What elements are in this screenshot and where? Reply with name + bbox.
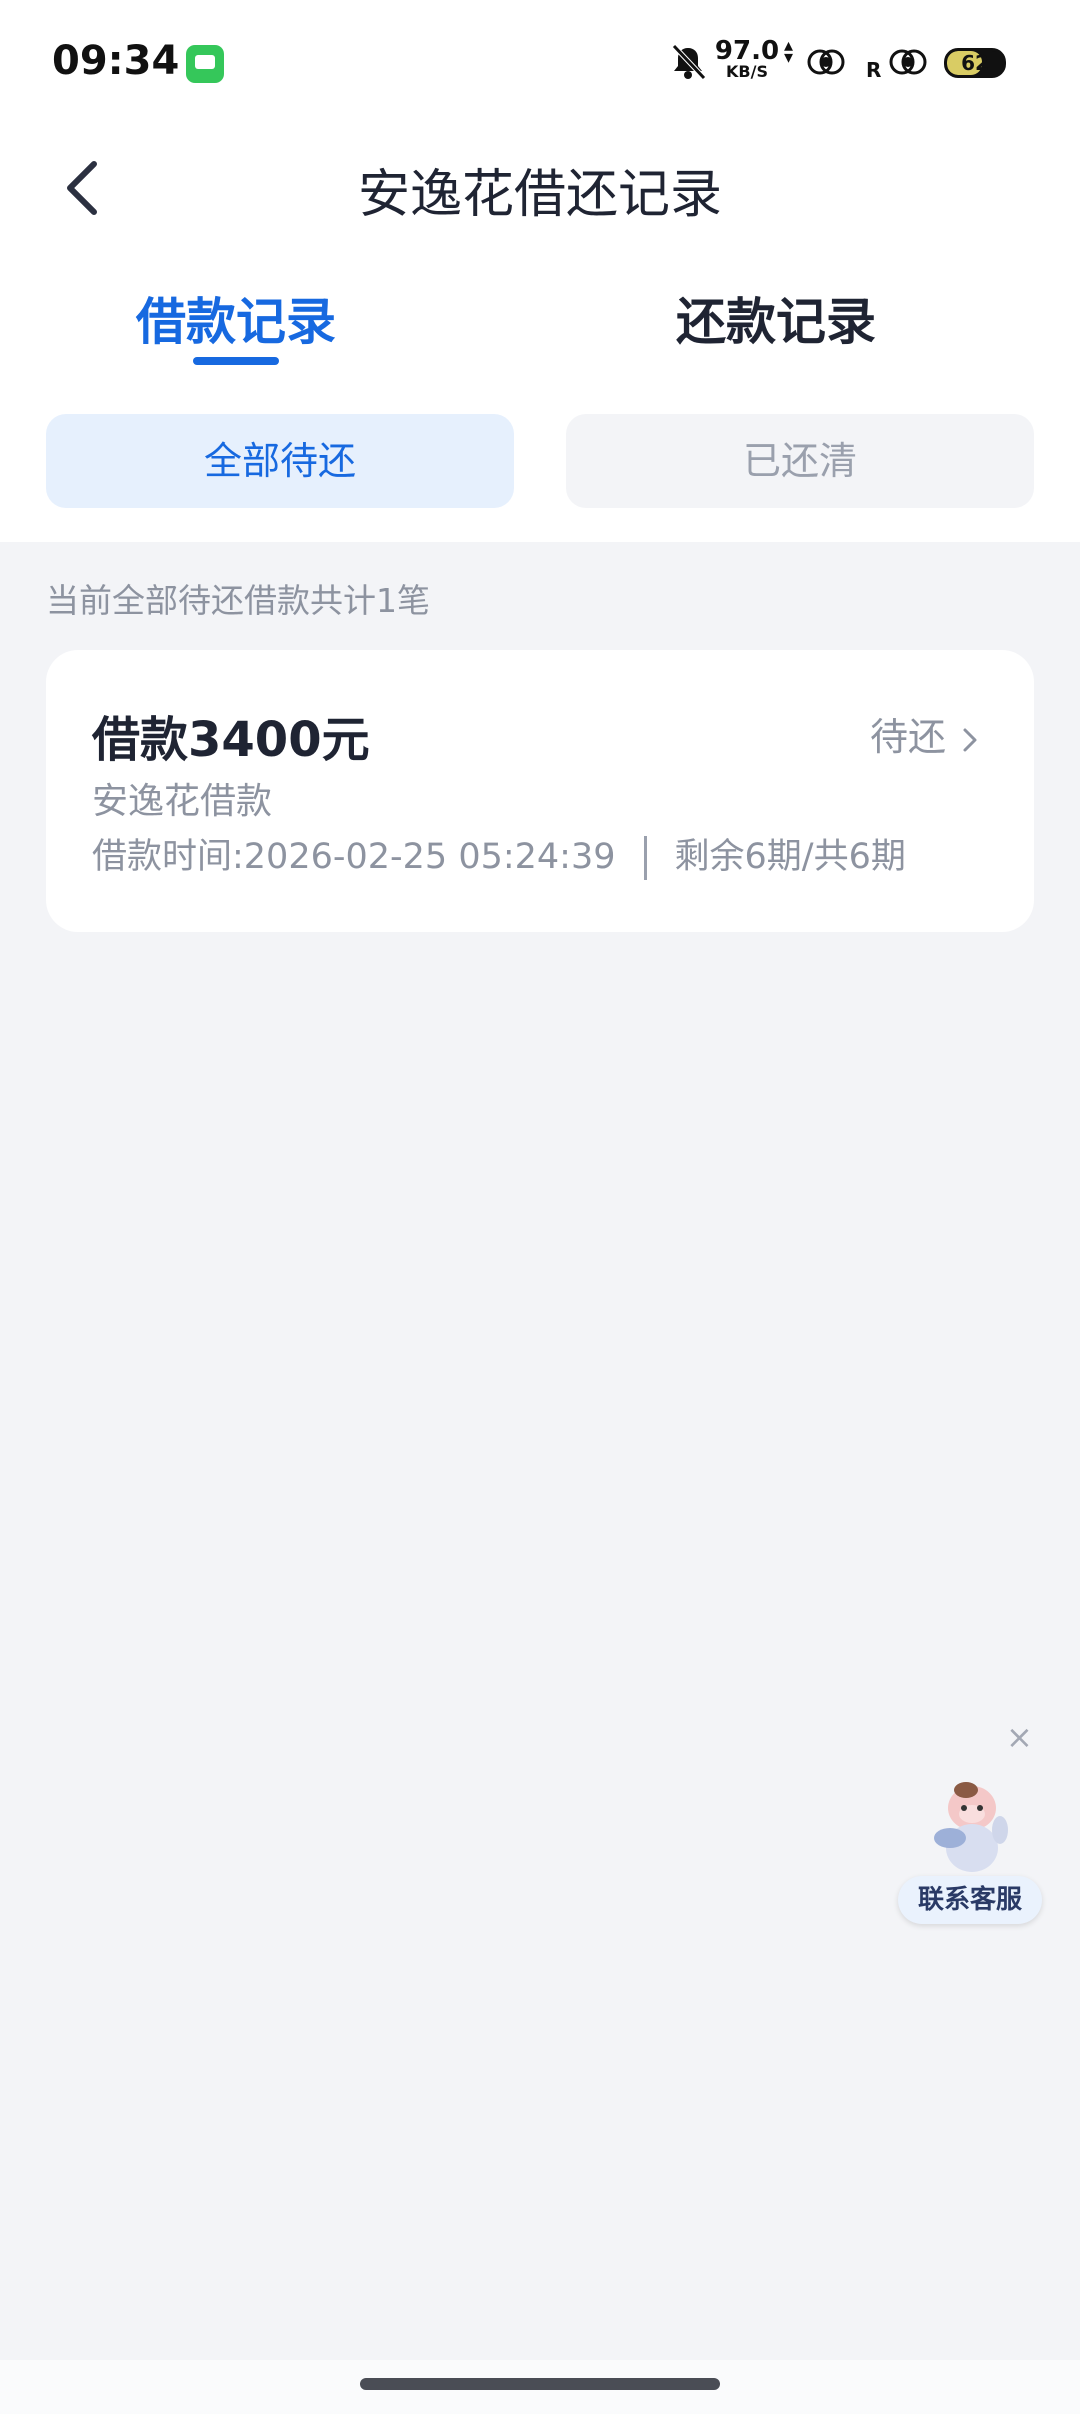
network-speed-value: 97.0 xyxy=(714,36,780,66)
status-time: 09:34 xyxy=(52,38,180,84)
bell-muted-icon xyxy=(672,44,706,80)
loan-record-card[interactable]: 借款3400元 待还 安逸花借款 借款时间:2026-02-25 05:24:3… xyxy=(46,650,1034,932)
pending-summary: 当前全部待还借款共计1笔 xyxy=(46,581,430,620)
chevron-right-icon xyxy=(963,728,977,751)
tab-repayment-records[interactable]: 还款记录 xyxy=(596,282,956,354)
data-arrows-icon: ▴ ▾ xyxy=(784,35,794,68)
network-speed: 97.0 KB/S xyxy=(712,38,782,80)
mascot-avatar-icon[interactable] xyxy=(920,1778,1032,1878)
battery-icon: 62 xyxy=(944,48,1006,78)
filter-pending-button[interactable]: 全部待还 xyxy=(46,414,514,508)
close-icon[interactable]: × xyxy=(1006,1718,1033,1756)
signal-icon xyxy=(807,49,845,75)
loan-status-label: 待还 xyxy=(869,715,946,759)
roaming-indicator: R xyxy=(866,58,882,82)
battery-level: 62 xyxy=(961,51,989,75)
network-speed-unit: KB/S xyxy=(726,62,768,81)
tab-loan-records[interactable]: 借款记录 xyxy=(56,282,416,354)
loan-status[interactable]: 待还 xyxy=(870,706,984,761)
active-tab-indicator xyxy=(193,357,279,365)
loan-time: 借款时间:2026-02-25 05:24:39 xyxy=(92,837,616,877)
contact-service-button[interactable]: 联系客服 xyxy=(898,1876,1042,1924)
loan-installments: 剩余6期/共6期 xyxy=(674,837,906,877)
message-app-icon xyxy=(186,45,224,83)
loan-product-name: 安逸花借款 xyxy=(92,781,273,822)
loan-amount: 借款3400元 xyxy=(92,712,370,768)
loan-meta: 借款时间:2026-02-25 05:24:39 剩余6期/共6期 xyxy=(92,828,906,880)
divider xyxy=(643,836,647,880)
page-title: 安逸花借还记录 xyxy=(357,165,722,225)
filter-cleared-button[interactable]: 已还清 xyxy=(566,414,1034,508)
home-indicator[interactable] xyxy=(360,2378,720,2390)
signal-icon xyxy=(889,49,927,75)
